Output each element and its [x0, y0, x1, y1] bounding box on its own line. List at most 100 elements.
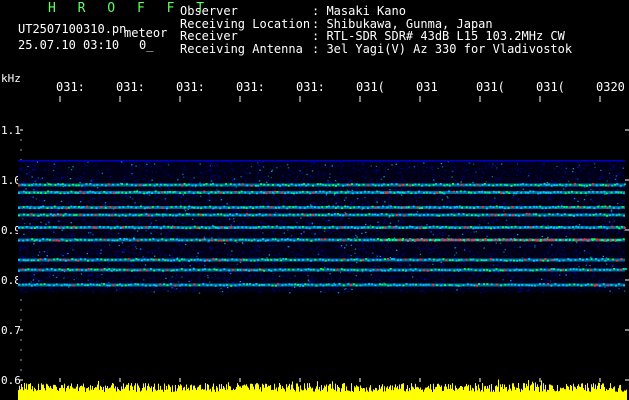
signal-speck — [546, 259, 549, 262]
signal-speck — [226, 284, 228, 286]
noise-speck — [503, 210, 505, 212]
signal-speck — [128, 226, 131, 228]
noise-speck — [519, 171, 522, 173]
signal-speck — [623, 226, 626, 229]
noise-speck — [32, 281, 34, 283]
noise-speck — [98, 171, 101, 173]
noise-speck — [509, 223, 511, 225]
signal-speck — [52, 284, 55, 287]
signal-speck — [274, 268, 277, 271]
noise-speck — [539, 194, 542, 196]
noise-speck — [510, 265, 512, 267]
noise-speck — [289, 210, 291, 212]
noise-speck — [337, 198, 339, 200]
signal-speck — [302, 226, 304, 228]
signal-speck — [381, 226, 384, 229]
noise-speck — [329, 173, 331, 175]
noise-speck — [389, 247, 392, 249]
signal-speck — [462, 284, 465, 287]
noise-speck — [274, 290, 276, 292]
noise-speck — [172, 230, 174, 232]
signal-speck — [588, 191, 591, 193]
noise-speck — [494, 272, 496, 274]
signal-speck — [528, 213, 531, 215]
noise-speck — [55, 245, 57, 247]
signal-speck — [428, 258, 431, 260]
noise-speck — [414, 167, 416, 169]
signal-speck — [576, 214, 579, 216]
signal-speck — [297, 258, 300, 261]
signal-speck-strong — [562, 239, 565, 241]
signal-speck — [385, 213, 388, 216]
noise-speck — [268, 244, 270, 246]
noise-speck — [28, 198, 30, 200]
signal-speck — [497, 214, 500, 216]
noise-speck — [340, 245, 343, 247]
noise-speck — [367, 275, 369, 277]
noise-speck — [169, 254, 171, 256]
noise-speck — [19, 196, 21, 198]
noise-speck — [108, 244, 111, 246]
signal-speck — [91, 191, 94, 193]
noise-speck — [96, 217, 98, 219]
signal-speck — [234, 284, 237, 287]
signal-speck-strong — [422, 239, 425, 241]
signal-speck — [338, 283, 341, 285]
noise-speck — [165, 212, 167, 214]
noise-speck — [197, 277, 199, 279]
signal-speck — [161, 207, 164, 209]
signal-speck — [125, 192, 128, 194]
noise-speck — [148, 204, 150, 206]
noise-speck — [607, 241, 610, 243]
noise-speck — [259, 176, 262, 178]
noise-speck — [511, 233, 513, 235]
noise-speck — [44, 169, 46, 171]
noise-speck — [375, 257, 377, 259]
signal-speck — [63, 192, 66, 195]
signal-speck — [242, 283, 245, 285]
signal-speck — [559, 191, 562, 194]
noise-speck — [438, 175, 440, 177]
noise-speck — [106, 220, 109, 222]
signal-speck — [150, 258, 153, 261]
signal-speck — [44, 226, 47, 229]
signal-speck — [85, 183, 88, 185]
noise-speck — [448, 235, 450, 237]
signal-speck — [332, 184, 335, 186]
signal-speck — [522, 214, 525, 216]
noise-speck — [397, 220, 400, 222]
signal-speck — [245, 259, 248, 261]
signal-speck — [53, 258, 56, 261]
signal-speck — [482, 259, 485, 262]
time-label: 031: — [296, 80, 325, 94]
noise-speck — [233, 179, 235, 181]
noise-speck — [283, 232, 285, 234]
noise-speck — [521, 161, 524, 163]
signal-speck-strong — [604, 239, 607, 241]
noise-speck — [607, 221, 609, 223]
noise-speck — [478, 168, 481, 170]
signal-speck — [423, 269, 425, 272]
noise-speck — [178, 266, 181, 268]
noise-speck — [425, 212, 427, 214]
noise-speck — [116, 223, 118, 225]
noise-speck — [189, 224, 191, 226]
signal-speck — [293, 259, 296, 261]
signal-speck — [542, 259, 545, 262]
noise-speck — [491, 274, 493, 276]
signal-speck — [226, 191, 229, 194]
noise-speck — [623, 229, 626, 231]
signal-speck — [294, 184, 297, 187]
noise-speck — [222, 271, 224, 273]
signal-speck — [327, 213, 330, 215]
signal-speck — [351, 192, 354, 195]
noise-speck — [305, 219, 308, 221]
signal-speck — [166, 184, 169, 187]
signal-speck — [282, 214, 285, 217]
noise-speck — [251, 250, 253, 252]
signal-speck — [539, 183, 542, 186]
signal-speck — [271, 226, 274, 228]
signal-speck — [305, 226, 308, 229]
signal-speck — [50, 268, 53, 270]
signal-speck — [103, 238, 106, 241]
